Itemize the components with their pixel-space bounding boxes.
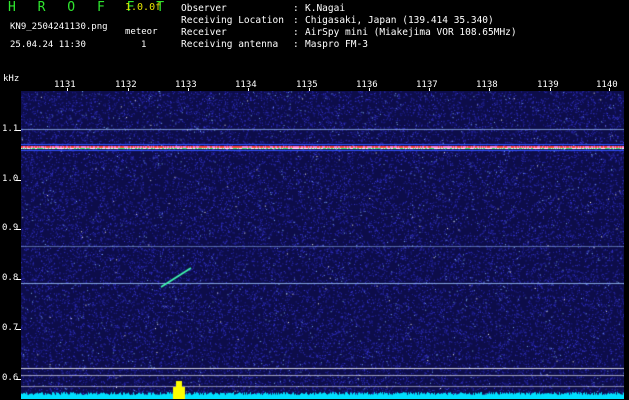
x-tick-label: 1134 [235,80,257,90]
info-value: Chigasaki, Japan (139.414 35.340) [305,15,494,26]
y-tick-label: 0.6 [2,373,19,383]
x-tick-label: 1133 [175,80,197,90]
y-tick-label: 0.9 [2,223,19,233]
info-value: K.Nagai [305,3,346,14]
filename-label: KN9_2504241130.png [10,22,108,32]
spectrogram-plot [21,91,624,399]
y-tick-label: 1.0 [2,174,19,184]
x-tick-label: 1140 [596,80,618,90]
x-tick-label: 1138 [476,80,498,90]
info-key: Receiving antenna [181,39,279,50]
info-row-receiver: Receiver: AirSpy mini (Miakejima VOR 108.… [181,27,517,38]
info-value: Maspro FM-3 [305,39,368,50]
x-tick-label: 1136 [356,80,378,90]
meteor-count: 1 [141,40,147,50]
y-axis-unit: kHz [3,74,20,84]
header-panel: H R O F F T 1.0.0f KN9_2504241130.png me… [0,0,629,74]
y-tick-label: 0.8 [2,273,19,283]
x-tick-label: 1137 [416,80,438,90]
x-tick-label: 1132 [115,80,137,90]
version-label: 1.0.0f [125,2,162,13]
info-row-antenna: Receiving antenna: Maspro FM-3 [181,39,368,50]
info-row-location: Receiving Location: Chigasaki, Japan (139… [181,15,494,26]
info-key: Receiver [181,27,227,38]
info-key: Observer [181,3,227,14]
x-tick-label: 1135 [296,80,318,90]
info-key: Receiving Location [181,15,284,26]
y-tick-label: 0.7 [2,323,19,333]
datetime-label: 25.04.24 11:30 [10,40,86,50]
info-value: AirSpy mini (Miakejima VOR 108.65MHz) [305,27,517,38]
x-tick-label: 1139 [537,80,559,90]
spectrogram-canvas [21,91,624,399]
station-label: meteor [125,27,158,37]
x-tick-label: 1131 [54,80,76,90]
info-row-observer: Observer: K.Nagai [181,3,346,14]
y-tick-label: 1.1 [2,124,19,134]
